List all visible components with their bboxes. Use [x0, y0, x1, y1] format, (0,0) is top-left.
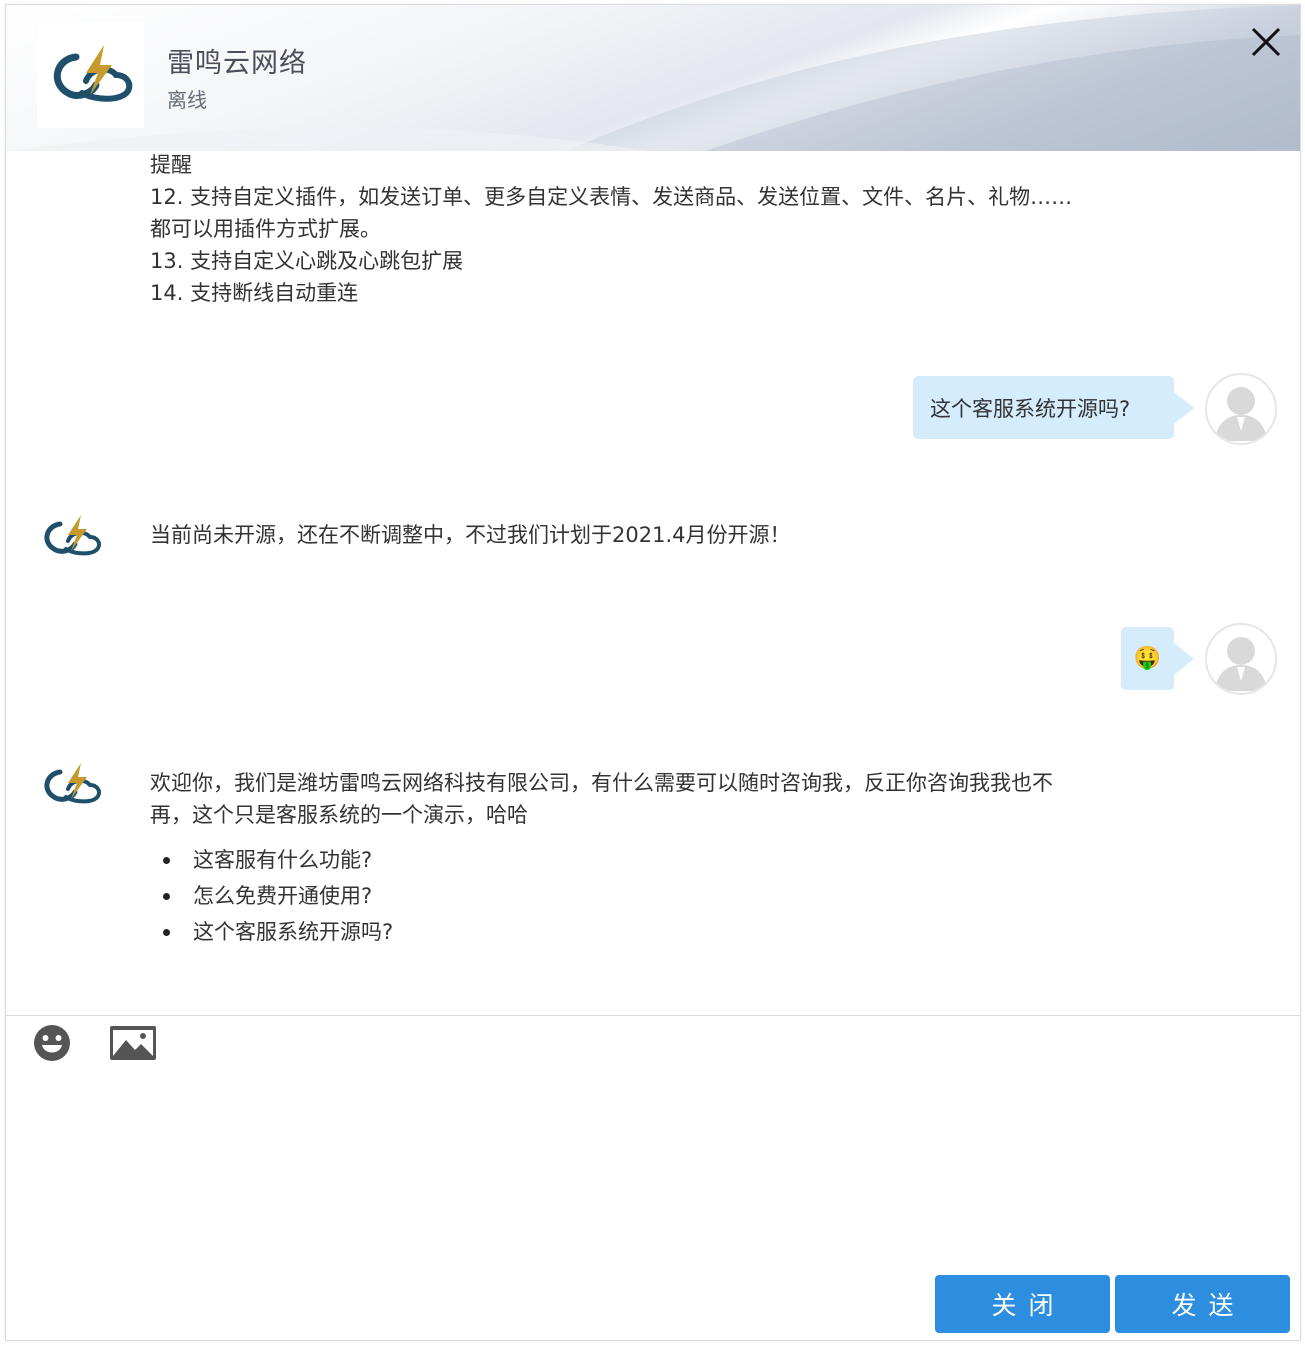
message-line: 12. 支持自定义插件，如发送订单、更多自定义表情、发送商品、发送位置、文件、名…	[150, 185, 1073, 209]
user-avatar	[1205, 623, 1277, 695]
close-button[interactable]: 关闭	[935, 1275, 1110, 1333]
message-line: 提醒	[150, 153, 192, 177]
company-name: 雷鸣云网络	[167, 48, 307, 79]
message-text: 当前尚未开源，还在不断调整中，不过我们计划于2021.4月份开源！	[150, 523, 791, 547]
agent-message: 当前尚未开源，还在不断调整中，不过我们计划于2021.4月份开源！	[150, 519, 790, 551]
agent-avatar-logo-icon	[44, 515, 101, 556]
image-icon[interactable]	[110, 1026, 156, 1060]
user-emoji-bubble: 🤑	[1121, 627, 1194, 690]
agent-status: 离线	[167, 88, 207, 112]
send-button[interactable]: 发送	[1115, 1275, 1290, 1333]
close-icon[interactable]	[1249, 25, 1283, 59]
chat-window: 雷鸣云网络 离线 提醒 12. 支持自定义插件，如发送订单、更多自定义表情、发送…	[5, 4, 1301, 1341]
message-line: 都可以用插件方式扩展。	[150, 217, 381, 241]
message-list: 提醒 12. 支持自定义插件，如发送订单、更多自定义表情、发送商品、发送位置、文…	[6, 151, 1300, 1015]
suggested-questions: 这客服有什么功能? 怎么免费开通使用? 这个客服系统开源吗?	[150, 842, 393, 950]
agent-message: 提醒 12. 支持自定义插件，如发送订单、更多自定义表情、发送商品、发送位置、文…	[150, 151, 1072, 309]
suggested-question-link[interactable]: 这客服有什么功能?	[150, 842, 393, 878]
user-message-bubble: 这个客服系统开源吗?	[913, 376, 1194, 439]
suggested-question-link[interactable]: 这个客服系统开源吗?	[150, 914, 393, 950]
message-text: 这个客服系统开源吗?	[930, 396, 1131, 421]
user-silhouette-icon	[1215, 637, 1267, 691]
user-avatar	[1205, 373, 1277, 445]
message-line: 14. 支持断线自动重连	[150, 281, 359, 305]
suggested-question-link[interactable]: 怎么免费开通使用?	[150, 878, 393, 914]
message-composer: 关闭 发送	[6, 1015, 1300, 1340]
company-logo	[37, 22, 144, 128]
message-input[interactable]	[26, 1076, 1282, 1266]
message-line: 欢迎你，我们是潍坊雷鸣云网络科技有限公司，有什么需要可以随时咨询我，反正你咨询我…	[150, 771, 1053, 795]
chat-header: 雷鸣云网络 离线	[6, 5, 1300, 151]
user-silhouette-icon	[1215, 387, 1267, 441]
thunder-cloud-logo-icon	[53, 45, 132, 102]
message-line: 13. 支持自定义心跳及心跳包扩展	[150, 249, 464, 273]
money-mouth-emoji: 🤑	[1133, 646, 1162, 671]
agent-message: 欢迎你，我们是潍坊雷鸣云网络科技有限公司，有什么需要可以随时咨询我，反正你咨询我…	[150, 767, 1053, 831]
smiley-face-icon[interactable]	[33, 1024, 71, 1062]
agent-avatar-logo-icon	[44, 763, 101, 804]
message-line: 再，这个只是客服系统的一个演示，哈哈	[150, 803, 528, 827]
